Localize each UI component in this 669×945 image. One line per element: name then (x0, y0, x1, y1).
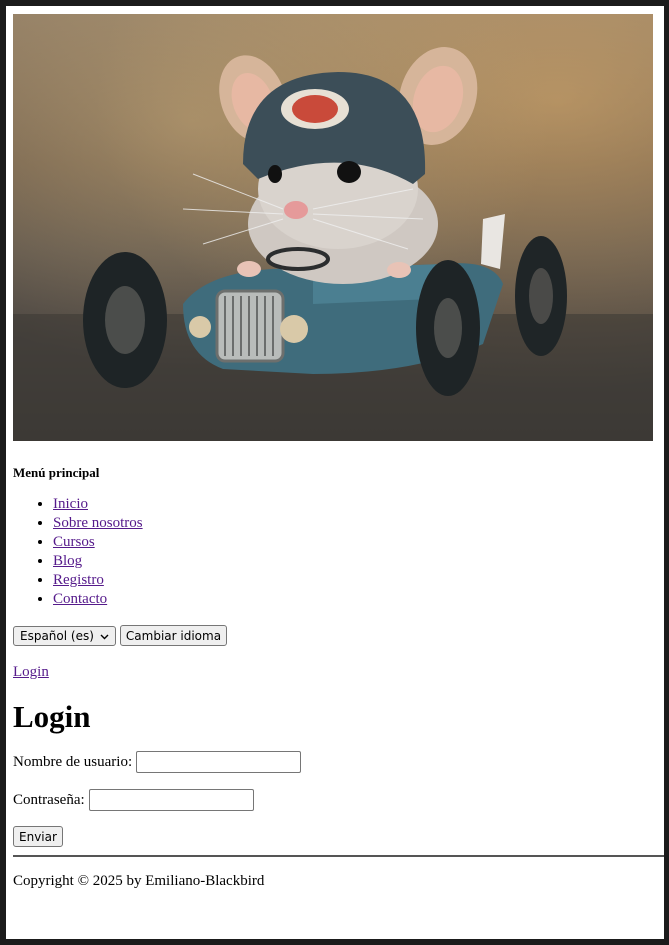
login-form: Nombre de usuario: Contraseña: Enviar (13, 751, 664, 847)
password-row: Contraseña: (13, 789, 664, 811)
language-select-value: Español (es) (20, 628, 94, 643)
menu-item-inicio: Inicio (53, 495, 664, 514)
language-select[interactable]: Español (es) (13, 625, 116, 646)
hero-image (13, 14, 653, 441)
change-language-button[interactable]: Cambiar idioma (119, 625, 228, 646)
menu-link-contacto[interactable]: Contacto (53, 591, 107, 607)
chevron-down-icon (100, 629, 109, 643)
page-content: Menú principal Inicio Sobre nosotros Cur… (13, 14, 664, 890)
username-label: Nombre de usuario: (13, 753, 133, 770)
menu-item-sobre-nosotros: Sobre nosotros (53, 514, 664, 533)
language-switcher: Español (es) Cambiar idioma (13, 625, 664, 646)
menu-link-sobre-nosotros[interactable]: Sobre nosotros (53, 515, 143, 531)
menu-item-registro: Registro (53, 571, 664, 590)
menu-link-cursos[interactable]: Cursos (53, 534, 95, 550)
browser-viewport: Menú principal Inicio Sobre nosotros Cur… (6, 6, 664, 939)
main-menu-heading: Menú principal (13, 465, 100, 480)
page-title: Login (13, 699, 91, 734)
menu-item-blog: Blog (53, 552, 664, 571)
submit-button[interactable]: Enviar (13, 826, 63, 847)
submit-row: Enviar (13, 826, 664, 847)
login-link-container: Login (13, 664, 664, 681)
main-menu-list: Inicio Sobre nosotros Cursos Blog Regist… (13, 495, 664, 609)
menu-item-cursos: Cursos (53, 533, 664, 552)
mouse-racing-car-illustration (13, 47, 653, 441)
menu-item-contacto: Contacto (53, 590, 664, 609)
password-label: Contraseña: (13, 791, 85, 808)
password-input[interactable] (88, 789, 254, 811)
footer-divider (13, 855, 664, 857)
menu-link-inicio[interactable]: Inicio (53, 496, 88, 512)
menu-link-registro[interactable]: Registro (53, 572, 104, 588)
menu-link-blog[interactable]: Blog (53, 553, 82, 569)
username-row: Nombre de usuario: (13, 751, 664, 773)
footer-copyright: Copyright © 2025 by Emiliano-Blackbird (13, 873, 265, 889)
login-link[interactable]: Login (13, 664, 49, 680)
username-input[interactable] (136, 751, 302, 773)
